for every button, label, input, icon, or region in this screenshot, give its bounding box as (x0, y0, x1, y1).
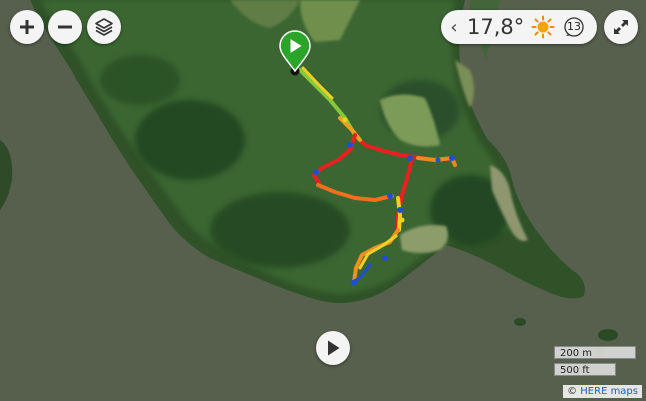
here-maps-link[interactable]: HERE maps (580, 386, 638, 397)
expand-icon (614, 20, 628, 34)
temperature-value: 17,8° (467, 15, 525, 39)
fullscreen-button[interactable] (604, 10, 638, 44)
plus-icon (20, 20, 34, 34)
chevron-left-icon[interactable]: ‹ (443, 17, 465, 38)
scale-bar-metric: 200 m (554, 346, 636, 359)
start-marker[interactable] (278, 30, 312, 76)
wind-indicator: 13 (563, 16, 585, 38)
play-track-button[interactable] (316, 331, 350, 365)
map-view[interactable]: ‹ 17,8° 13 200 m 500 ft © HERE maps (0, 0, 646, 401)
zoom-in-button[interactable] (10, 10, 44, 44)
copyright-symbol: © (567, 386, 578, 397)
map-attribution: © HERE maps (563, 385, 642, 398)
minus-icon (58, 25, 72, 29)
sun-icon (531, 15, 555, 39)
scale-bar-imperial: 500 ft (554, 363, 616, 376)
wind-speed-value: 13 (567, 20, 581, 33)
layers-icon (95, 18, 113, 36)
layers-button[interactable] (87, 10, 121, 44)
play-icon (328, 340, 340, 356)
weather-widget[interactable]: ‹ 17,8° 13 (441, 10, 597, 44)
zoom-out-button[interactable] (48, 10, 82, 44)
